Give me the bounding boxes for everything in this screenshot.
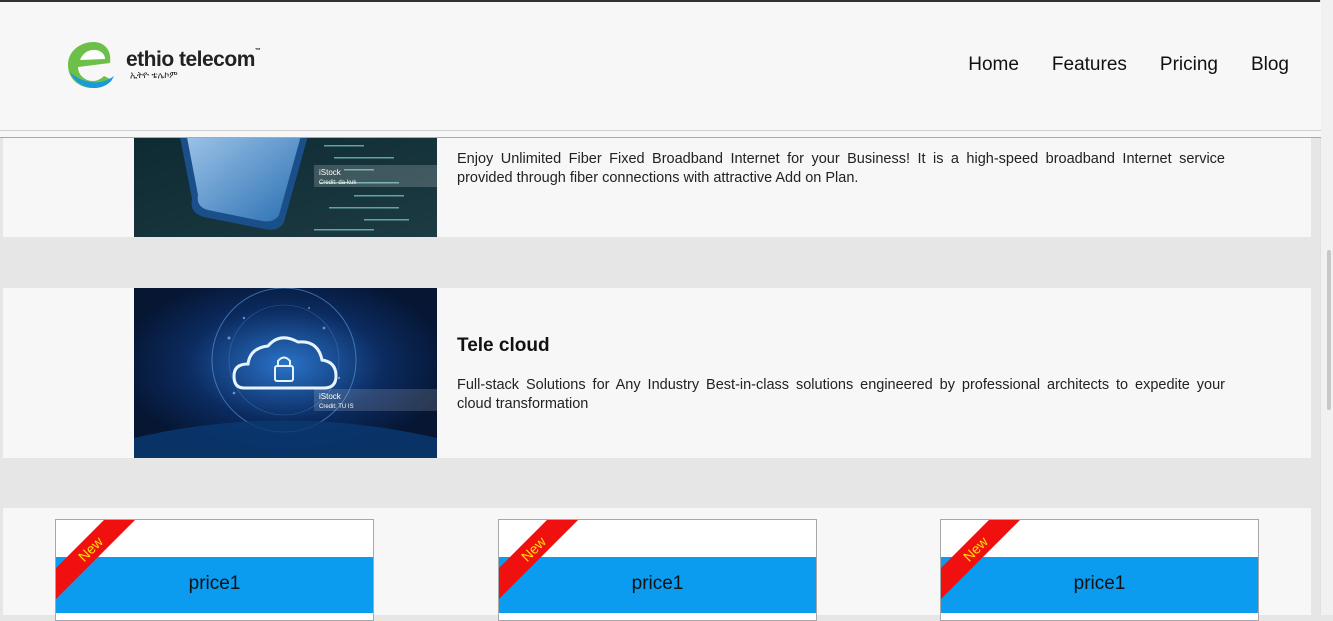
nav-blog-link[interactable]: Blog	[1251, 54, 1289, 76]
nav-features-link[interactable]: Features	[1052, 54, 1127, 76]
ethio-telecom-logo-icon	[66, 38, 122, 90]
card-description: Enjoy Unlimited Fiber Fixed Broadband In…	[457, 151, 1225, 186]
card-description: Full-stack Solutions for Any Industry Be…	[457, 377, 1225, 412]
price-label: price1	[631, 573, 684, 594]
nav-home-link[interactable]: Home	[968, 54, 1019, 76]
price-label: price1	[188, 573, 241, 594]
service-card-fiber: iStock Credit: da-kuk Enjoy Unlimited Fi…	[3, 132, 1311, 237]
price-label: price1	[1073, 573, 1126, 594]
istock-watermark: iStock	[319, 168, 342, 177]
pricing-section: price1 New price1 New price1 New	[3, 508, 1311, 621]
nav-pricing-link[interactable]: Pricing	[1160, 54, 1218, 76]
page-scrollbar[interactable]	[1320, 0, 1333, 615]
card-title: Tele cloud	[457, 335, 550, 356]
scrollbar-thumb[interactable]	[1327, 250, 1331, 410]
main-nav: Home Features Pricing Blog	[968, 54, 1289, 76]
trademark-symbol: ™	[254, 47, 261, 54]
brand-wordmark: ethio telecom™ ኢትዮ ቴሌኮም	[126, 47, 261, 81]
brand-logo[interactable]: ethio telecom™ ኢትዮ ቴሌኮም	[66, 38, 261, 90]
price-card[interactable]: price1 New	[55, 519, 374, 621]
price-card[interactable]: price1 New	[498, 519, 817, 621]
image-credit: Credit: da-kuk	[319, 180, 357, 186]
service-card-tele-cloud: iStock Credit: TU IS Tele cloud Full-sta…	[3, 287, 1311, 458]
site-header: ethio telecom™ ኢትዮ ቴሌኮም Home Features Pr…	[0, 2, 1321, 131]
image-credit: Credit: TU IS	[319, 404, 354, 410]
fiber-phone-image: iStock Credit: da-kuk	[134, 132, 437, 237]
brand-name: ethio telecom	[126, 47, 255, 71]
price-card[interactable]: price1 New	[940, 519, 1259, 621]
header-divider	[0, 130, 1321, 138]
istock-watermark: iStock	[319, 392, 342, 401]
cloud-lock-image: iStock Credit: TU IS	[134, 287, 437, 458]
